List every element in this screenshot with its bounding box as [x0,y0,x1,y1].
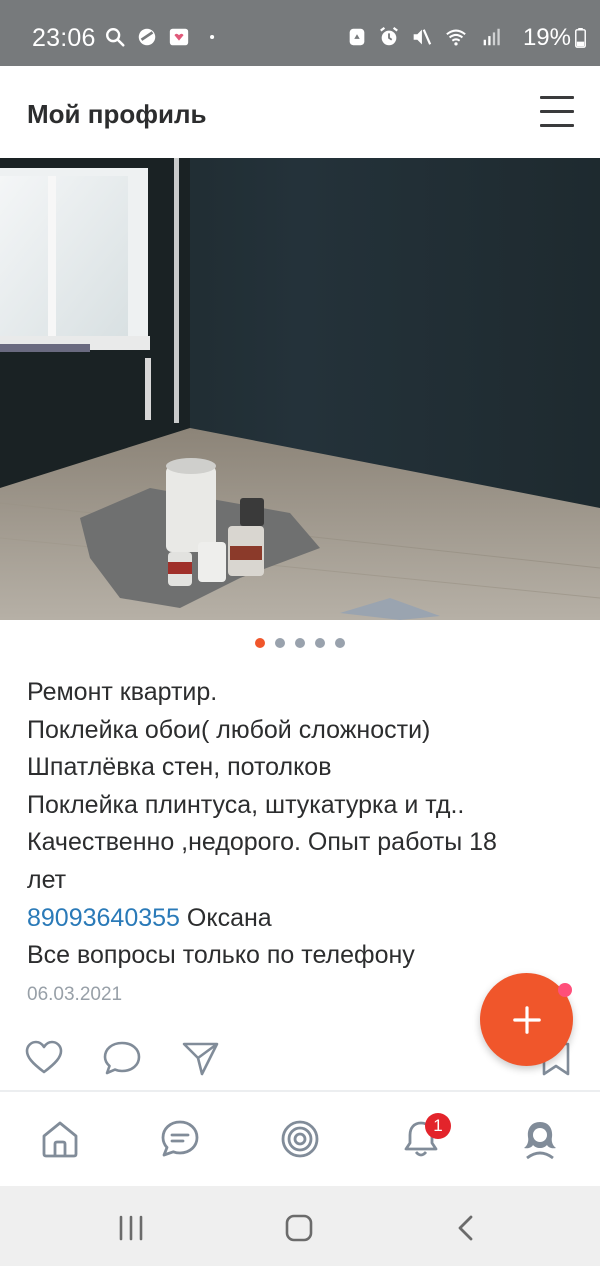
post-line: Все вопросы только по телефону [27,941,415,970]
status-right-icons [346,26,502,48]
status-time: 23:06 [32,24,96,52]
carousel-dot[interactable] [255,638,265,648]
page-title: Мой профиль [27,99,207,129]
home-icon[interactable] [39,1118,81,1160]
search-icon [106,28,125,47]
post-actions [24,1038,220,1078]
carousel-dot[interactable] [315,638,325,648]
dot-icon [210,34,215,40]
discover-icon[interactable] [279,1118,321,1160]
post-line: лет [27,865,67,894]
home-button-icon[interactable] [284,1214,314,1242]
carousel-indicator [0,638,600,652]
messages-icon[interactable] [159,1118,201,1160]
mute-icon [413,29,432,45]
battery-percent: 19% [522,24,571,51]
wifi-icon [446,29,466,46]
post-line: Качественно ,недорого. Опыт работы 18 [27,828,497,857]
carousel-dot[interactable] [275,638,285,648]
profile-icon[interactable] [519,1118,561,1160]
alarm-icon [380,26,398,46]
shield-icon [138,28,156,46]
comment-icon[interactable] [102,1038,142,1078]
post-text: Ремонт квартир. Поклейка обои( любой сло… [27,674,587,975]
status-left-icons [104,26,222,48]
bottom-tabbar [0,1092,600,1186]
signal-icon [483,28,500,46]
battery-indicator: 19% [523,24,586,52]
post-line: Шпатлёвка стен, потолков [27,753,332,782]
carousel-dot[interactable] [295,638,305,648]
app-header: Мой профиль [0,66,600,158]
battery-icon [575,28,586,48]
phone-link[interactable]: 89093640355 [27,904,180,932]
fab-indicator-dot [558,983,572,997]
contact-line: 89093640355 Оксана [27,900,587,938]
post-line: Ремонт квартир. [27,678,218,706]
like-icon[interactable] [24,1038,64,1078]
hamburger-menu-icon[interactable] [540,96,576,127]
plus-icon [512,1005,541,1034]
room-photo-illustration [0,158,600,620]
contact-name: Оксана [179,903,272,932]
status-bar: 23:06 19% [0,0,600,66]
gallery-icon [169,28,189,46]
notifications-badge: 1 [425,1113,451,1139]
recent-apps-icon[interactable] [116,1214,146,1242]
post-line: Поклейка обои( любой сложности) [27,715,431,744]
post-photo[interactable] [0,158,600,620]
post-line: Поклейка плинтуса, штукатурка и тд.. [27,790,465,819]
carousel-dot[interactable] [335,638,345,648]
recycle-icon [349,28,365,46]
system-navigation-bar [0,1186,600,1266]
back-icon[interactable] [451,1214,481,1242]
share-icon[interactable] [180,1038,220,1078]
post-date: 06.03.2021 [27,984,123,1005]
